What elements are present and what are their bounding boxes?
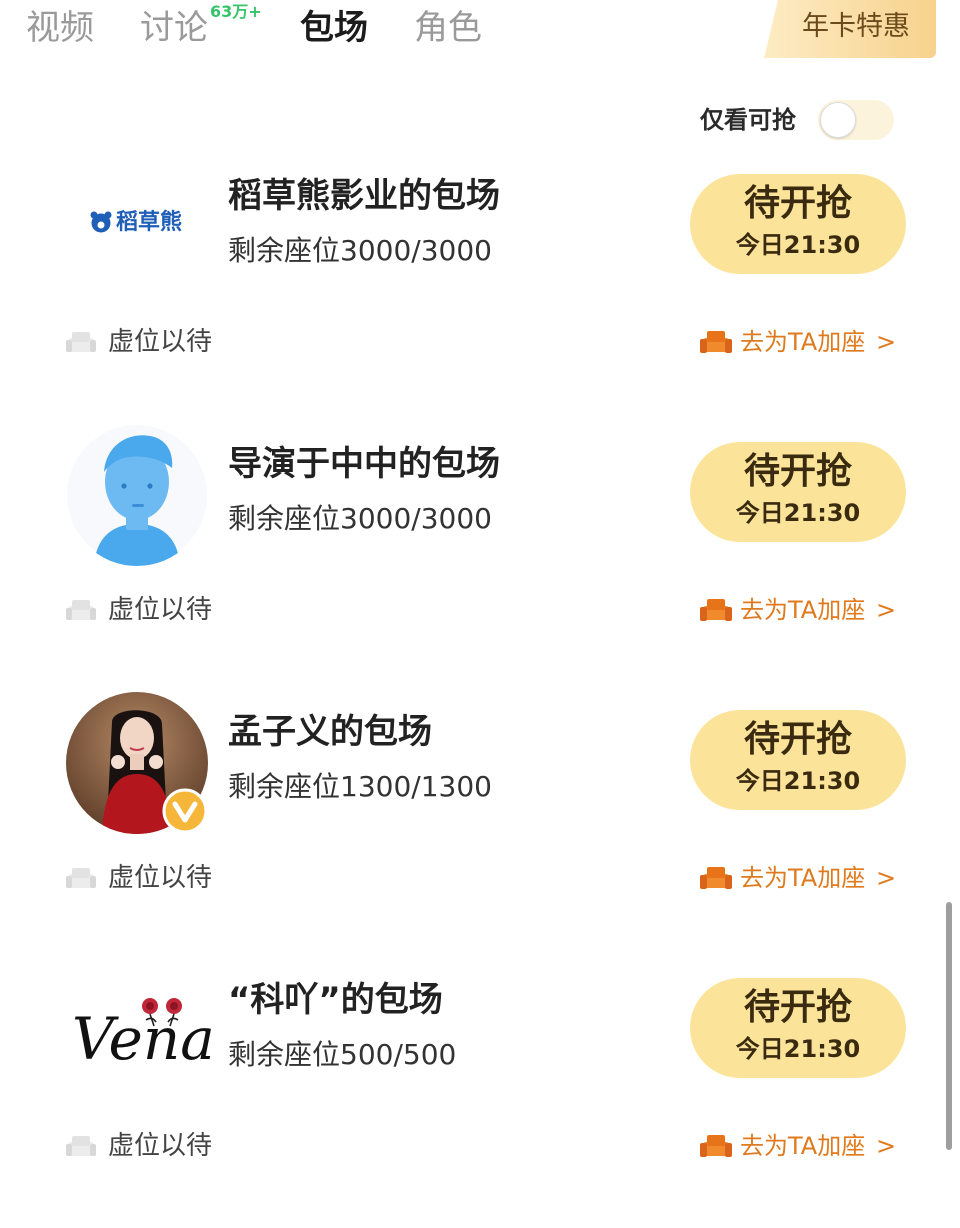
list-item: 稻草熊影业的包场 剩余座位3000/3000 待开抢 今日21:30 虚位以待 … [0,156,960,424]
list-item: 孟子义的包场 剩余座位1300/1300 待开抢 今日21:30 虚位以待 去为… [0,692,960,960]
item-seats: 剩余座位3000/3000 [228,502,492,535]
chevron-right-icon: > [876,1132,897,1160]
tab-private-screening[interactable]: 包场 [300,6,368,50]
tab-characters[interactable]: 角色 [414,6,482,50]
grab-button-time: 今日21:30 [735,499,861,527]
sofa-orange-icon [700,331,732,353]
annual-card-promo-button[interactable]: 年卡特惠 [764,0,936,58]
grab-button-time: 今日21:30 [735,767,861,795]
chevron-right-icon: > [876,596,897,624]
sofa-icon [66,868,96,888]
item-seats: 剩余座位3000/3000 [228,234,492,267]
grab-button-label: 待开抢 [743,719,852,760]
annual-card-label: 年卡特惠 [802,11,910,42]
tab-video[interactable]: 视频 [26,6,94,50]
vacant-seat-label: 虚位以待 [108,327,213,357]
add-seat-label: 去为TA加座 [740,864,866,892]
avatar[interactable] [66,424,208,566]
grab-button-label: 待开抢 [743,987,852,1028]
list-item: 导演于中中的包场 剩余座位3000/3000 待开抢 今日21:30 虚位以待 … [0,424,960,692]
chevron-right-icon: > [876,864,897,892]
item-seats: 剩余座位1300/1300 [228,770,492,803]
scrollbar[interactable] [946,902,952,1150]
tab-discussion[interactable]: 讨论 [140,6,208,50]
grab-button-time: 今日21:30 [735,1035,861,1063]
item-title: 稻草熊影业的包场 [228,176,500,216]
grab-button[interactable]: 待开抢 今日21:30 [690,174,906,274]
chevron-right-icon: > [876,328,897,356]
verified-icon [162,788,208,834]
add-seat-label: 去为TA加座 [740,596,866,624]
sofa-orange-icon [700,867,732,889]
grab-button[interactable]: 待开抢 今日21:30 [690,710,906,810]
vacant-seat-label: 虚位以待 [108,595,213,625]
grab-button-label: 待开抢 [743,451,852,492]
discussion-count-badge: 63万+ [210,2,262,21]
brand-logo: Vena [66,990,215,1080]
vacant-seat-label: 虚位以待 [108,863,213,893]
top-tab-bar: 视频 讨论 63万+ 包场 角色 年卡特惠 [0,0,960,62]
sofa-orange-icon [700,1135,732,1157]
add-seat-label: 去为TA加座 [740,328,866,356]
sofa-orange-icon [700,599,732,621]
add-seat-label: 去为TA加座 [740,1132,866,1160]
item-title: “科吖”的包场 [228,980,443,1020]
sofa-icon [66,1136,96,1156]
item-title: 孟子义的包场 [228,712,432,752]
default-person-avatar-icon [67,425,207,566]
item-title: 导演于中中的包场 [228,444,500,484]
company-logo-text: 稻草熊 [116,210,183,235]
brand-logo-text: Vena [72,1005,215,1073]
sofa-icon [66,332,96,352]
grab-button[interactable]: 待开抢 今日21:30 [690,978,906,1078]
vacant-seat-label: 虚位以待 [108,1131,213,1161]
grab-button[interactable]: 待开抢 今日21:30 [690,442,906,542]
filter-available-label: 仅看可抢 [700,106,796,134]
sofa-icon [66,600,96,620]
company-logo: 稻草熊 [90,208,200,238]
bear-logo-icon [90,211,112,233]
filter-available-toggle[interactable] [818,100,894,140]
grab-button-label: 待开抢 [743,183,852,224]
toggle-knob [820,102,856,138]
item-seats: 剩余座位500/500 [228,1038,457,1071]
grab-button-time: 今日21:30 [735,231,861,259]
